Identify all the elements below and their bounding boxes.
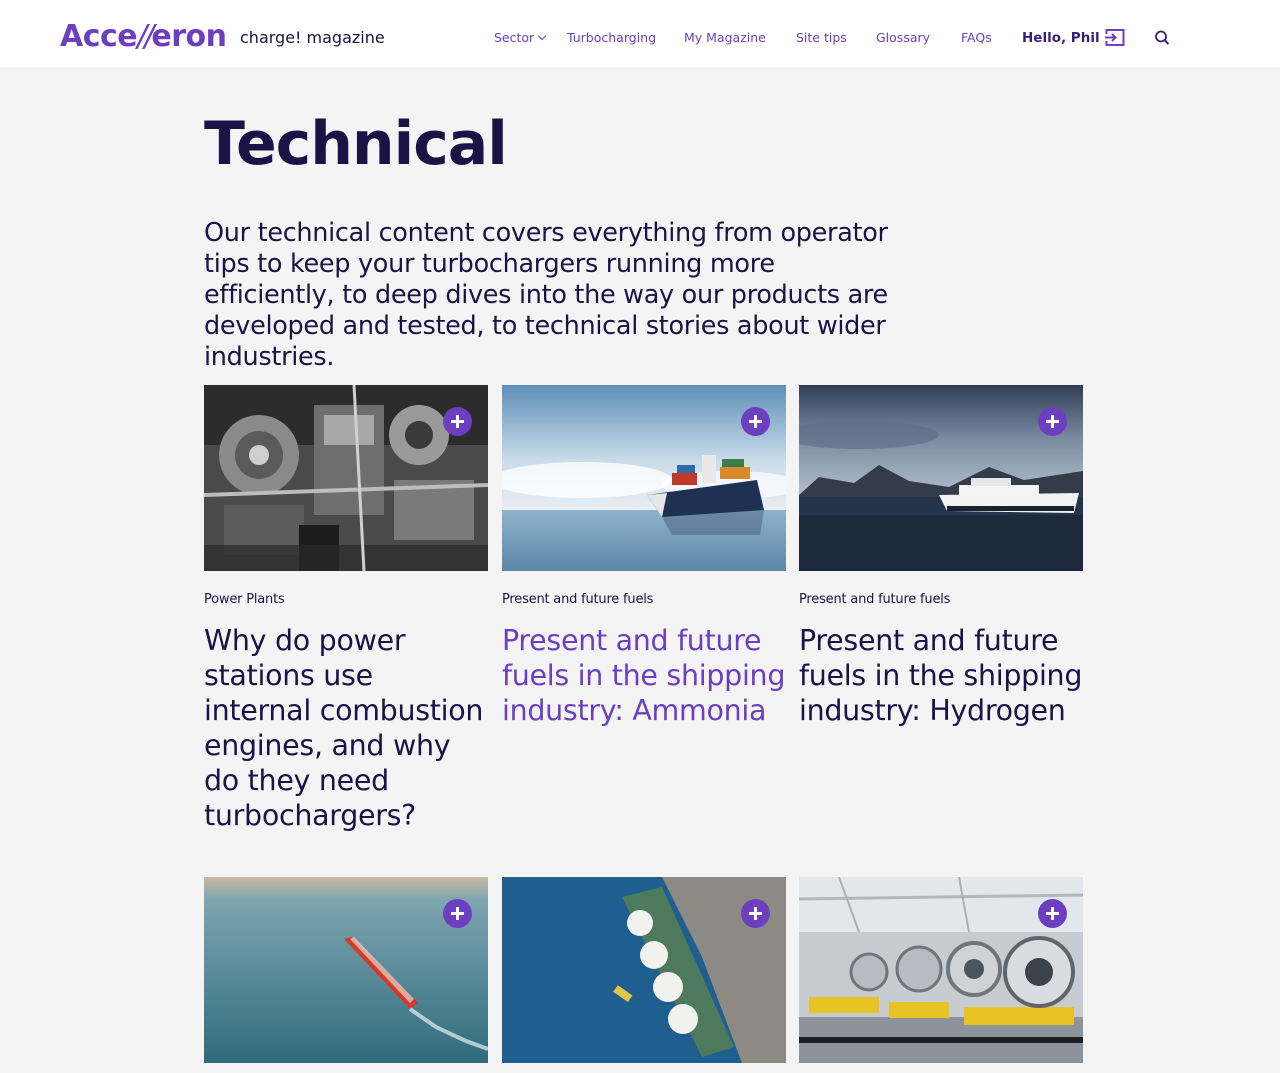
magazine-name[interactable]: charge! magazine <box>240 27 385 49</box>
page-title: Technical <box>204 109 508 179</box>
site-header: Acce//eron charge! magazine Sector Turbo… <box>0 0 1280 67</box>
lng-carrier-photo[interactable] <box>502 877 786 1063</box>
card-category[interactable]: Power Plants <box>204 591 488 609</box>
nav-glossary[interactable]: Glossary <box>876 29 930 49</box>
nav-sector[interactable]: Sector <box>494 29 547 49</box>
turbocharger-factory-photo[interactable] <box>799 877 1083 1063</box>
hydrogen-ferry-photo[interactable] <box>799 385 1083 571</box>
add-to-magazine-button[interactable] <box>443 407 472 436</box>
add-to-magazine-button[interactable] <box>741 899 770 928</box>
nav-my-magazine[interactable]: My Magazine <box>684 29 766 49</box>
logout-icon[interactable] <box>1104 28 1127 48</box>
engine-photo[interactable] <box>204 385 488 571</box>
nav-turbocharging[interactable]: Turbocharging <box>567 29 656 49</box>
search-icon[interactable] <box>1153 28 1175 48</box>
card-title[interactable]: Why do power stations use internal combu… <box>204 623 488 833</box>
accelleron-logo[interactable]: Acce//eron <box>60 17 227 57</box>
article-card[interactable]: Power Plants Why do power stations use i… <box>204 385 488 833</box>
add-to-magazine-button[interactable] <box>443 899 472 928</box>
card-category[interactable]: Present and future fuels <box>502 591 786 609</box>
nav-site-tips[interactable]: Site tips <box>796 29 847 49</box>
red-tanker-photo[interactable] <box>204 877 488 1063</box>
container-ship-photo[interactable] <box>502 385 786 571</box>
article-card[interactable] <box>204 877 488 1063</box>
page-intro: Our technical content covers everything … <box>204 218 888 372</box>
chevron-down-icon <box>537 31 547 41</box>
card-title[interactable]: Present and future fuels in the shipping… <box>799 623 1083 728</box>
article-card[interactable]: Present and future fuels Present and fut… <box>799 385 1083 728</box>
article-card[interactable] <box>799 877 1083 1063</box>
card-title[interactable]: Present and future fuels in the shipping… <box>502 623 786 728</box>
add-to-magazine-button[interactable] <box>741 407 770 436</box>
add-to-magazine-button[interactable] <box>1038 899 1067 928</box>
nav-faqs[interactable]: FAQs <box>961 29 992 49</box>
article-card[interactable] <box>502 877 786 1063</box>
add-to-magazine-button[interactable] <box>1038 407 1067 436</box>
card-category[interactable]: Present and future fuels <box>799 591 1083 609</box>
user-greeting[interactable]: Hello, Phil <box>1022 29 1100 47</box>
article-card[interactable]: Present and future fuels Present and fut… <box>502 385 786 728</box>
